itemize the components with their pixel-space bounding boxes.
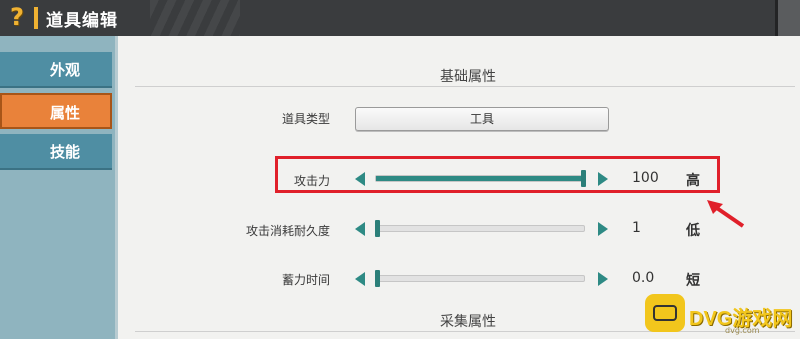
section-title-collect: 采集属性 xyxy=(440,314,496,330)
section-title-basic: 基础属性 xyxy=(440,69,496,85)
charge-time-label: 蓄力时间 xyxy=(281,273,330,287)
durability-level: 低 xyxy=(686,223,700,239)
durability-decrease-arrow-icon[interactable] xyxy=(355,222,365,236)
close-button-edge[interactable] xyxy=(775,0,800,36)
window-title: 道具编辑 xyxy=(46,11,118,31)
title-bar-decoration xyxy=(150,0,240,36)
title-bar: ? 道具编辑 xyxy=(0,0,800,36)
help-icon[interactable]: ? xyxy=(6,3,28,31)
tab-exterior[interactable]: 外观 xyxy=(0,52,112,88)
pointer-arrow-icon xyxy=(707,200,745,228)
durability-increase-arrow-icon[interactable] xyxy=(598,222,608,236)
charge-value: 0.0 xyxy=(632,270,655,286)
charge-level: 短 xyxy=(686,273,700,289)
tab-skills[interactable]: 技能 xyxy=(0,134,112,170)
charge-decrease-arrow-icon[interactable] xyxy=(355,272,365,286)
watermark-url: dvg.com xyxy=(725,326,760,335)
tab-attributes[interactable]: 属性 xyxy=(0,93,112,129)
highlight-box xyxy=(275,156,720,193)
charge-slider-track[interactable] xyxy=(375,275,585,282)
durability-slider-thumb[interactable] xyxy=(375,220,380,237)
divider xyxy=(135,331,795,332)
title-separator xyxy=(34,7,38,29)
sidebar: 外观 属性 技能 xyxy=(0,36,118,339)
durability-slider-track[interactable] xyxy=(375,225,585,232)
durability-cost-label: 攻击消耗耐久度 xyxy=(245,224,330,238)
item-type-label: 道具类型 xyxy=(281,112,330,126)
watermark-logo-icon xyxy=(645,294,685,332)
charge-increase-arrow-icon[interactable] xyxy=(598,272,608,286)
item-type-select[interactable]: 工具 xyxy=(355,107,609,131)
charge-slider-thumb[interactable] xyxy=(375,270,380,287)
divider xyxy=(135,86,795,87)
durability-value: 1 xyxy=(632,220,641,236)
